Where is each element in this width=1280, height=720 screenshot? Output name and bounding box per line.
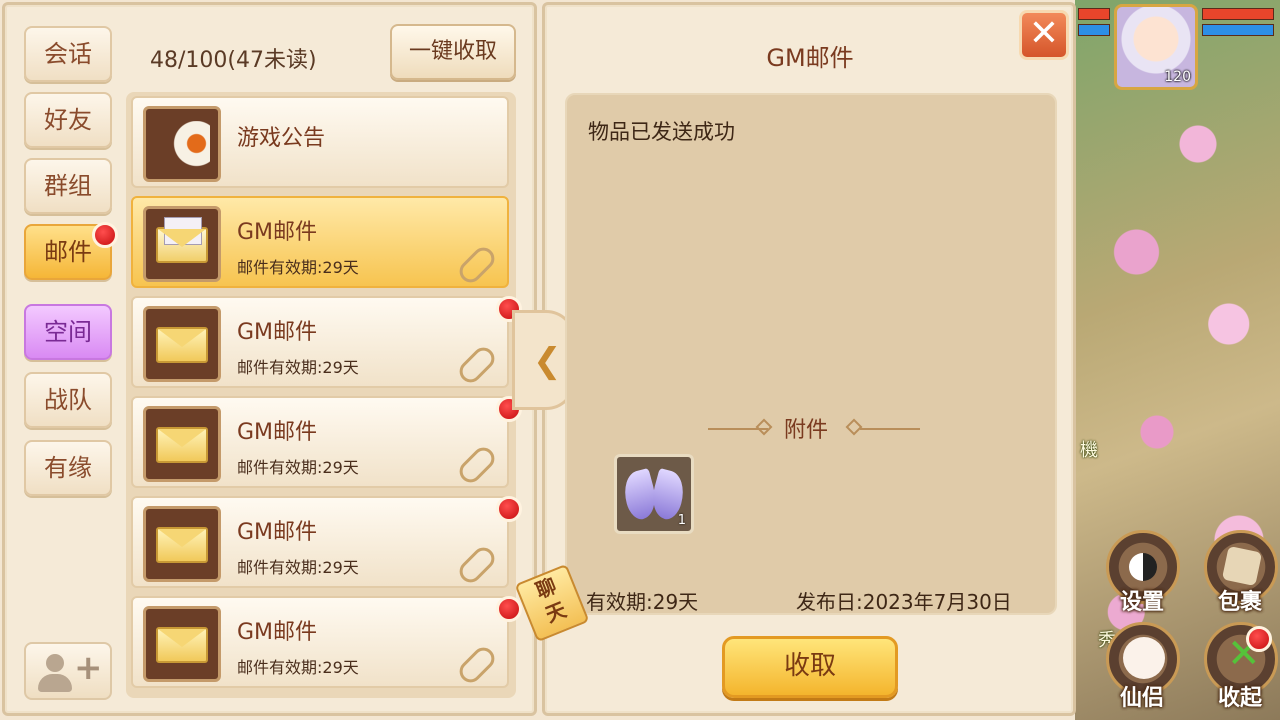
mail-validity: 邮件有效期:29天 <box>237 458 359 477</box>
tab-mail-unread-dot <box>92 222 118 248</box>
tab-groups[interactable]: 群组 <box>24 158 112 214</box>
mail-validity: 邮件有效期:29天 <box>237 658 359 677</box>
tab-fate[interactable]: 有缘 <box>24 440 112 496</box>
list-item-mail[interactable]: GM邮件 邮件有效期:29天 <box>131 596 509 688</box>
claim-button[interactable]: 收取 <box>722 636 898 698</box>
attachment-divider: 附件 <box>700 412 920 443</box>
mail-title: GM邮件 <box>237 220 318 245</box>
mail-icon-frame <box>143 506 221 582</box>
mail-unread-dot <box>496 496 522 522</box>
companion-label: 仙侣 <box>1119 686 1164 711</box>
tab-friends[interactable]: 好友 <box>24 92 112 148</box>
collapse-menu-unread-dot <box>1246 626 1272 652</box>
scene-fragment-1: 機 <box>1080 440 1098 461</box>
mail-icon-frame <box>143 306 221 382</box>
attachment-item-slot[interactable]: 1 <box>614 454 694 534</box>
mail-title: GM邮件 <box>237 620 318 645</box>
list-item-mail[interactable]: GM邮件 邮件有效期:29天 <box>131 196 509 288</box>
settings-label: 设置 <box>1119 590 1164 615</box>
envelope-icon <box>156 527 208 563</box>
announcement-title: 游戏公告 <box>237 126 326 151</box>
yin-yang-icon <box>1129 553 1157 581</box>
diamond-icon <box>845 418 863 436</box>
detail-title: GM邮件 <box>766 44 854 72</box>
person-icon-head <box>46 654 64 672</box>
announcement-icon-frame <box>143 106 221 182</box>
claim-all-button[interactable]: 一键收取 <box>390 24 516 80</box>
megaphone-icon <box>156 121 210 171</box>
chevron-left-icon: ❮ <box>533 341 562 381</box>
mail-validity: 邮件有效期:29天 <box>237 258 359 277</box>
mail-validity: 邮件有效期:29天 <box>237 558 359 577</box>
mail-unread-dot <box>496 596 522 622</box>
publish-date: 发布日:2023年7月30日 <box>796 590 1012 614</box>
tab-chat[interactable]: 会话 <box>24 26 112 82</box>
paperclip-icon <box>455 443 499 487</box>
diamond-icon <box>755 418 773 436</box>
player-level: 120 <box>1164 69 1191 85</box>
list-item-mail[interactable]: GM邮件 邮件有效期:29天 <box>131 396 509 488</box>
mail-title: GM邮件 <box>237 520 318 545</box>
open-envelope-icon <box>156 217 208 263</box>
envelope-icon <box>156 627 208 663</box>
mail-icon-frame <box>143 206 221 282</box>
mail-title: GM邮件 <box>237 420 318 445</box>
mail-count: 48/100(47未读) <box>150 48 317 73</box>
person-icon-body <box>38 674 72 692</box>
mail-title: GM邮件 <box>237 320 318 345</box>
mp-bar-left <box>1078 24 1110 36</box>
player-portrait[interactable]: 120 <box>1114 4 1198 90</box>
list-item-mail[interactable]: GM邮件 邮件有效期:29天 <box>131 296 509 388</box>
hp-bar-right <box>1202 8 1274 20</box>
mail-list: 游戏公告 GM邮件 邮件有效期:29天 GM邮件 邮件有效期:29天 GM邮件 … <box>126 92 516 698</box>
mail-body-text: 物品已发送成功 <box>588 120 735 144</box>
tab-team[interactable]: 战队 <box>24 372 112 428</box>
item-quantity: 1 <box>677 513 686 528</box>
paperclip-icon <box>455 343 499 387</box>
close-button[interactable]: ✕ <box>1019 10 1069 60</box>
attachment-label: 附件 <box>784 418 829 443</box>
mp-bar-right <box>1202 24 1274 36</box>
tab-space[interactable]: 空间 <box>24 304 112 360</box>
envelope-icon <box>156 427 208 463</box>
add-friend-button[interactable]: + <box>24 642 112 700</box>
list-item-announcement[interactable]: 游戏公告 <box>131 96 509 188</box>
envelope-icon <box>156 327 208 363</box>
paperclip-icon <box>455 643 499 687</box>
collapse-menu-label: 收起 <box>1217 686 1262 711</box>
mail-content-box <box>565 93 1057 615</box>
divider-line <box>860 428 920 430</box>
mail-icon-frame <box>143 406 221 482</box>
mail-validity: 邮件有效期:29天 <box>237 358 359 377</box>
paperclip-icon <box>455 243 499 287</box>
mail-icon-frame <box>143 606 221 682</box>
mail-validity-detail: 有效期:29天 <box>586 590 699 614</box>
bag-icon <box>1221 545 1263 587</box>
hp-bar-left <box>1078 8 1110 20</box>
bag-label: 包裹 <box>1217 590 1262 615</box>
list-item-mail[interactable]: GM邮件 邮件有效期:29天 <box>131 496 509 588</box>
plus-icon: + <box>74 648 103 688</box>
companion-icon <box>1123 637 1165 679</box>
paperclip-icon <box>455 543 499 587</box>
